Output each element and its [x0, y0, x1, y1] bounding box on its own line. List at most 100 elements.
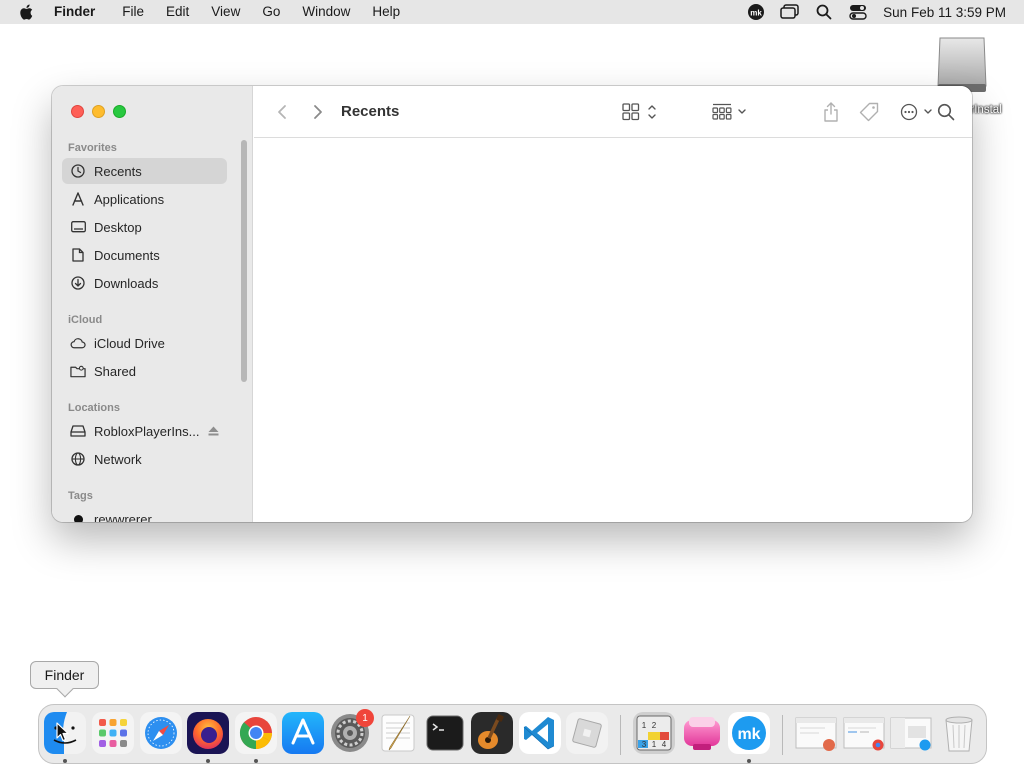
dock: 1 2 3 1 4 mk — [38, 704, 987, 764]
dock-separator — [782, 715, 783, 755]
sidebar-item-roblox-disk[interactable]: RobloxPlayerIns... — [62, 418, 227, 444]
download-icon — [70, 275, 86, 291]
icon-view-grid-icon — [622, 103, 656, 121]
menu-go[interactable]: Go — [251, 0, 291, 24]
dock-stack-1-icon[interactable] — [795, 712, 837, 754]
disk-icon — [70, 423, 86, 439]
share-button[interactable] — [820, 100, 842, 124]
notification-badge: 1 — [356, 709, 374, 727]
back-button[interactable] — [272, 100, 292, 124]
menu-window[interactable]: Window — [291, 0, 361, 24]
search-icon — [937, 103, 955, 121]
desktop-icon — [70, 219, 86, 235]
dock-stack-2-icon[interactable] — [843, 712, 885, 754]
dock-chrome-icon[interactable] — [235, 712, 277, 754]
zoom-button[interactable] — [113, 105, 126, 118]
svg-text:2: 2 — [652, 721, 657, 730]
dock-safari-icon[interactable] — [140, 712, 182, 754]
sidebar-scrollbar[interactable] — [241, 140, 247, 382]
svg-text:3: 3 — [642, 740, 647, 749]
dock-sudoku-icon[interactable]: 1 2 3 1 4 — [633, 712, 675, 754]
tag-button[interactable] — [858, 100, 880, 124]
sidebar-item-label: Network — [94, 451, 142, 467]
screen-mirroring-icon[interactable] — [773, 0, 807, 24]
more-actions-button[interactable] — [900, 100, 938, 124]
menu-edit[interactable]: Edit — [155, 0, 200, 24]
sidebar-item-applications[interactable]: Applications — [62, 186, 227, 212]
dock-textedit-icon[interactable] — [377, 712, 419, 754]
sidebar-item-recents[interactable]: Recents — [62, 158, 227, 184]
document-icon — [70, 247, 86, 263]
menu-finder[interactable]: Finder — [54, 0, 111, 24]
search-button[interactable] — [934, 100, 958, 124]
menu-bar-clock[interactable]: Sun Feb 11 3:59 PM — [875, 5, 1006, 20]
section-favorites: Favorites — [68, 142, 117, 154]
user-badge-icon[interactable]: mk — [739, 0, 773, 24]
sidebar-item-icloud-drive[interactable]: iCloud Drive — [62, 330, 227, 356]
dock-stack-3-icon[interactable] — [890, 712, 932, 754]
sidebar-item-shared[interactable]: Shared — [62, 358, 227, 384]
dock-garageband-icon[interactable] — [471, 712, 513, 754]
group-grid-icon — [712, 103, 746, 120]
finder-sidebar: Favorites Recents Applications Desktop D… — [52, 86, 253, 522]
dock-firefox-icon[interactable] — [187, 712, 229, 754]
apple-menu-icon[interactable] — [0, 3, 54, 21]
running-indicator — [747, 759, 751, 763]
dock-cleanmymac-icon[interactable] — [681, 712, 723, 754]
section-icloud: iCloud — [68, 314, 103, 326]
sidebar-item-label: Applications — [94, 191, 165, 207]
shared-folder-icon — [70, 363, 86, 379]
chevron-left-icon — [278, 105, 286, 119]
chevron-right-icon — [314, 105, 322, 119]
sidebar-item-label: Desktop — [94, 219, 142, 235]
tag-color-dot — [70, 511, 86, 522]
dock-app-store-icon[interactable] — [282, 712, 324, 754]
dock-vscode-icon[interactable] — [519, 712, 561, 754]
svg-text:mk: mk — [750, 9, 762, 18]
window-controls — [71, 105, 126, 118]
sidebar-item-network[interactable]: Network — [62, 446, 227, 472]
close-button[interactable] — [71, 105, 84, 118]
running-indicator — [63, 759, 67, 763]
menu-view[interactable]: View — [200, 0, 251, 24]
control-center-icon[interactable] — [841, 0, 875, 24]
running-indicator — [254, 759, 258, 763]
dock-terminal-icon[interactable] — [424, 712, 466, 754]
forward-button[interactable] — [308, 100, 328, 124]
menu-help[interactable]: Help — [361, 0, 411, 24]
minimize-button[interactable] — [92, 105, 105, 118]
svg-text:1: 1 — [642, 721, 647, 730]
sidebar-item-downloads[interactable]: Downloads — [62, 270, 227, 296]
dock-tooltip: Finder — [30, 661, 99, 698]
sidebar-item-desktop[interactable]: Desktop — [62, 214, 227, 240]
file-browser-content[interactable] — [254, 139, 972, 522]
menu-file[interactable]: File — [111, 0, 155, 24]
eject-icon[interactable] — [208, 424, 219, 439]
dock-launchpad-icon[interactable] — [92, 712, 134, 754]
finder-window: Favorites Recents Applications Desktop D… — [52, 86, 972, 522]
section-tags: Tags — [68, 490, 93, 502]
dock-roblox-icon[interactable] — [566, 712, 608, 754]
cloud-icon — [70, 335, 86, 351]
sidebar-item-label: Shared — [94, 363, 136, 379]
svg-text:1: 1 — [652, 740, 657, 749]
share-icon — [824, 102, 838, 122]
sidebar-item-label: Downloads — [94, 275, 159, 291]
running-indicator — [206, 759, 210, 763]
dock-separator — [620, 715, 621, 755]
sidebar-item-label: iCloud Drive — [94, 335, 165, 351]
sidebar-item-documents[interactable]: Documents — [62, 242, 227, 268]
mouse-pointer-icon — [56, 722, 69, 742]
dock-trash-icon[interactable] — [938, 712, 980, 754]
sidebar-item-tag[interactable]: rewwrerer — [62, 506, 227, 522]
dock-mk-app-icon[interactable]: mk — [728, 712, 770, 754]
group-by-button[interactable] — [712, 100, 752, 124]
tag-dot-icon — [73, 514, 83, 522]
view-mode-button[interactable] — [622, 100, 662, 124]
svg-text:4: 4 — [662, 740, 667, 749]
window-title: Recents — [341, 103, 400, 120]
spotlight-search-icon[interactable] — [807, 0, 841, 24]
sidebar-item-label: RobloxPlayerIns... — [94, 423, 200, 439]
globe-icon — [70, 451, 86, 467]
tag-icon — [859, 102, 879, 122]
